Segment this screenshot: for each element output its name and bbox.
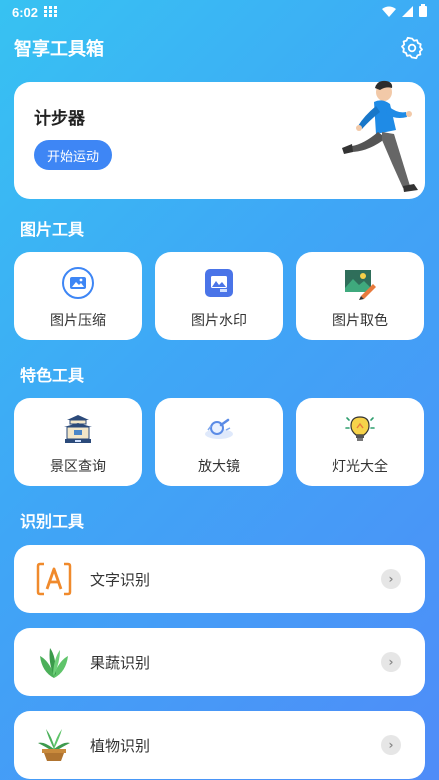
recognition-tools-title: 识别工具 xyxy=(20,512,85,531)
status-time: 6:02 xyxy=(12,4,39,20)
battery-icon xyxy=(419,4,427,20)
status-bar: 6:02 xyxy=(0,0,439,24)
temple-icon xyxy=(61,412,95,446)
lightbulb-icon xyxy=(343,412,377,446)
chevron-right-icon: › xyxy=(381,652,401,672)
plant-recognition-label: 植物识别 xyxy=(90,736,151,755)
start-exercise-button[interactable]: 开始运动 xyxy=(34,140,112,170)
image-compress-icon xyxy=(61,266,95,300)
plant-recognition-row[interactable]: 植物识别 › xyxy=(14,711,425,779)
runner-illustration xyxy=(330,78,425,198)
image-tools-title: 图片工具 xyxy=(20,220,85,239)
pedometer-title: 计步器 xyxy=(34,109,85,129)
color-picker-label: 图片取色 xyxy=(332,313,388,329)
signal-icon xyxy=(402,5,413,20)
magnifier-label: 放大镜 xyxy=(198,459,240,475)
color-picker-icon xyxy=(343,266,377,300)
image-compress-label: 图片压缩 xyxy=(50,313,106,329)
color-picker-tile[interactable]: 图片取色 xyxy=(296,252,424,340)
lights-tile[interactable]: 灯光大全 xyxy=(296,398,424,486)
lights-label: 灯光大全 xyxy=(332,459,388,475)
vegetable-icon xyxy=(34,642,74,682)
vegetable-recognition-label: 果蔬识别 xyxy=(90,653,151,672)
image-compress-tile[interactable]: 图片压缩 xyxy=(14,252,142,340)
gear-icon[interactable] xyxy=(399,35,425,61)
scenic-search-label: 景区查询 xyxy=(50,459,106,475)
special-tools-title: 特色工具 xyxy=(20,366,85,385)
chevron-right-icon: › xyxy=(381,735,401,755)
image-watermark-label: 图片水印 xyxy=(191,313,247,329)
wifi-icon xyxy=(382,5,396,20)
chevron-right-icon: › xyxy=(381,569,401,589)
app-header: 智享工具箱 xyxy=(0,30,439,66)
text-scan-icon xyxy=(34,559,74,599)
vegetable-recognition-row[interactable]: 果蔬识别 › xyxy=(14,628,425,696)
text-recognition-label: 文字识别 xyxy=(90,570,151,589)
image-watermark-icon xyxy=(202,266,236,300)
text-recognition-row[interactable]: 文字识别 › xyxy=(14,545,425,613)
app-title: 智享工具箱 xyxy=(14,39,104,60)
notification-grid-icon xyxy=(44,5,58,20)
image-watermark-tile[interactable]: 图片水印 xyxy=(155,252,283,340)
magnifier-icon xyxy=(202,412,236,446)
scenic-search-tile[interactable]: 景区查询 xyxy=(14,398,142,486)
magnifier-tile[interactable]: 放大镜 xyxy=(155,398,283,486)
potted-plant-icon xyxy=(34,725,74,765)
